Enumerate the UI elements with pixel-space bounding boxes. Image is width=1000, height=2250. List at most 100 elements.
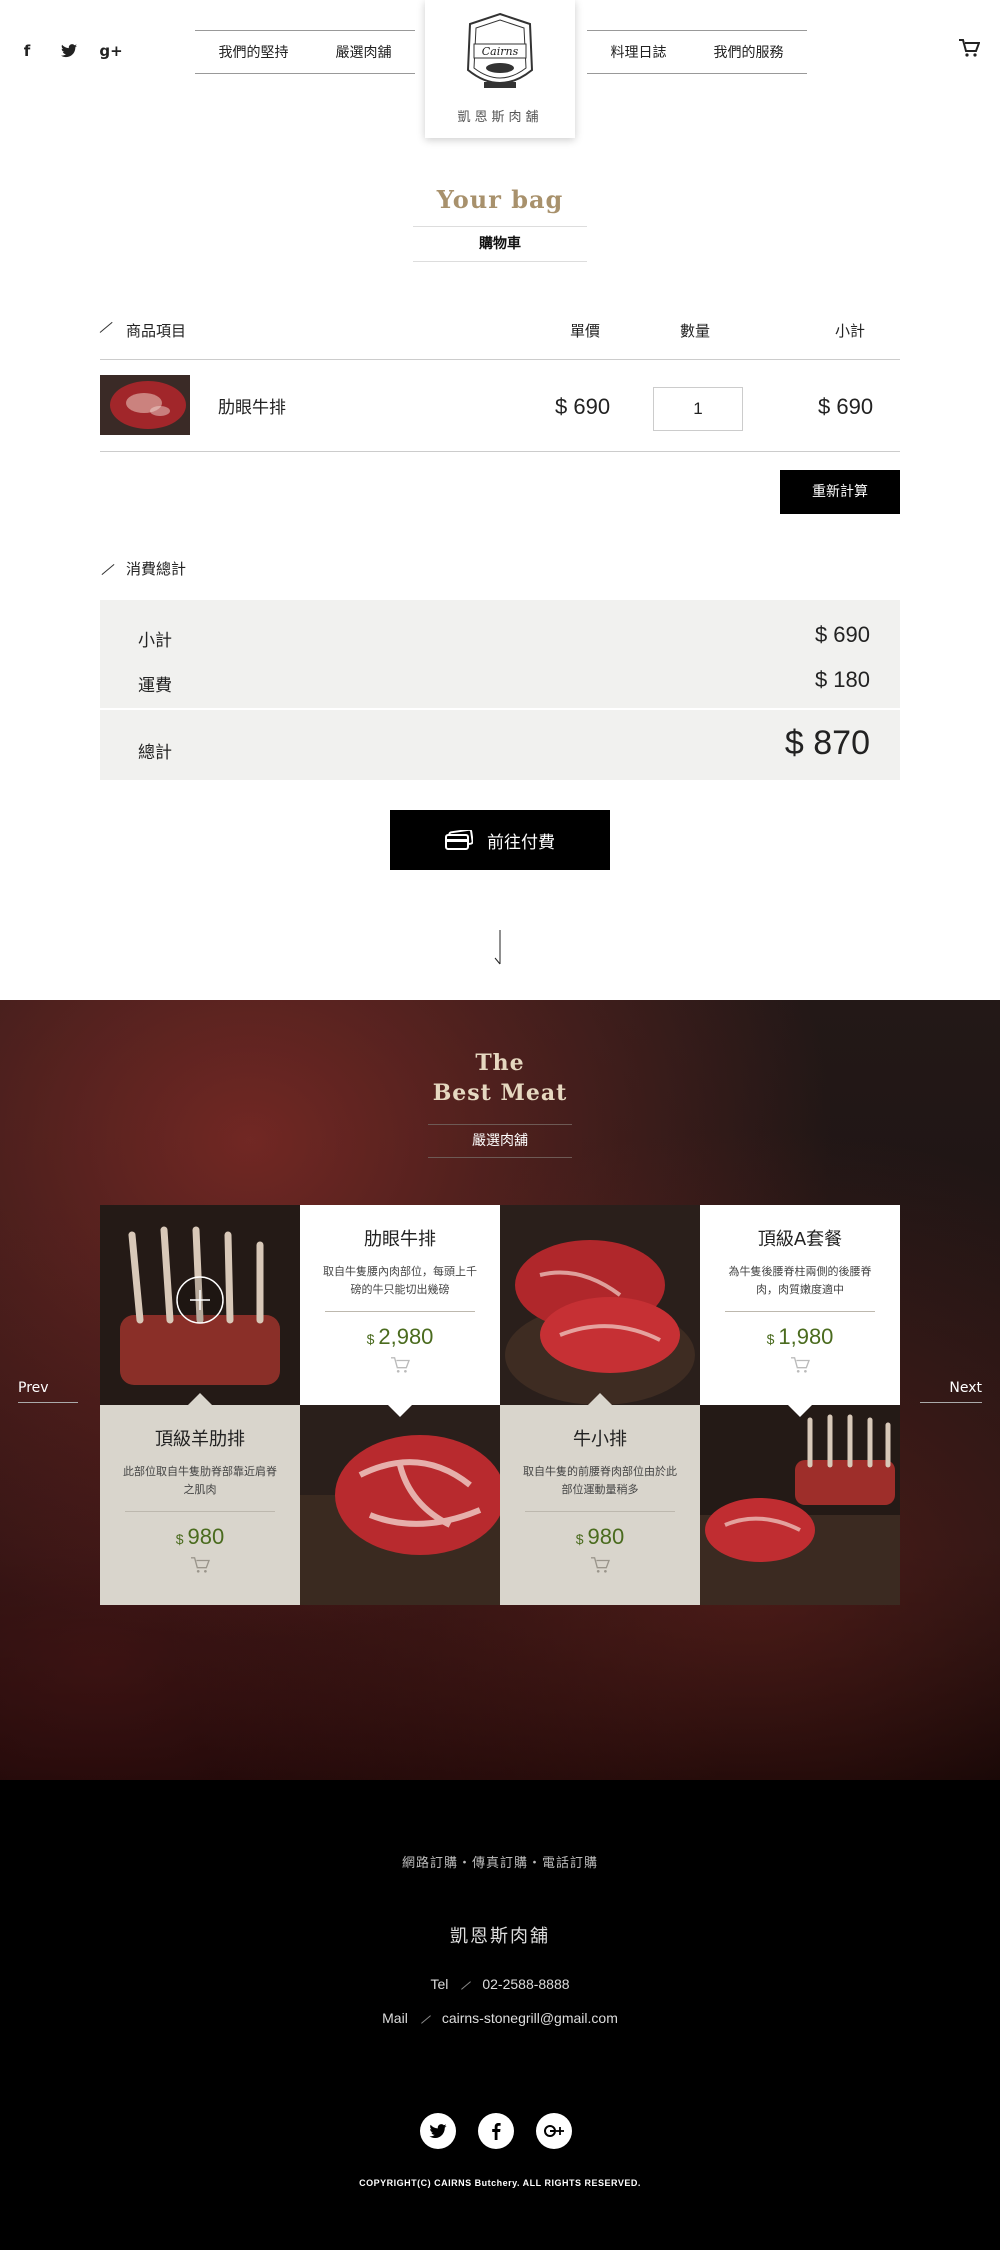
shipping-value: $ 180 [814,667,870,692]
column-subtotal: 小計 [835,322,866,340]
product-name: 頂級A套餐 [757,1229,843,1250]
product-name: 肋眼牛排 [364,1229,436,1250]
product-card-lamb-ribs[interactable]: 頂級羊肋排 此部位取自牛隻肋脊部靠近肩脊之肌肉 $980 [100,1405,300,1605]
tel-value[interactable]: 02-2588-8888 [482,1976,569,1992]
credit-card-icon [445,830,473,850]
product-unit-price: $ 690 [555,394,611,419]
shipping-label: 運費 [138,676,172,696]
total-value: $ 870 [784,724,870,762]
twitter-icon[interactable] [60,42,78,60]
divider [725,1311,875,1312]
slash-icon [99,321,113,333]
site-header: f g+ 我們的堅持 嚴選肉舖 Cairns 凱恩斯肉舖 料理日誌 我們的服務 [0,0,1000,140]
scroll-down-icon[interactable] [494,930,506,970]
add-to-cart-icon[interactable] [300,1356,500,1378]
header-social-links: f g+ [18,42,123,60]
price-value: 980 [587,1524,625,1549]
cart-table-header: 商品項目 單價 數量 小計 [99,318,900,360]
product-name: 牛小排 [573,1429,627,1450]
nav-left: 我們的堅持 嚴選肉舖 [195,30,415,74]
quantity-input[interactable]: 1 [653,387,743,431]
subtotal-label: 小計 [138,631,172,651]
product-name: 頂級羊肋排 [155,1429,245,1450]
tel-label: Tel [430,1976,449,1992]
currency-symbol: $ [366,1331,375,1347]
subtotal-value: $ 690 [814,622,870,647]
site-footer: 網路訂購・傳真訂購・電話訂購 凱恩斯肉舖 Tel 02-2588-8888 Mai… [0,1780,1000,2250]
twitter-icon[interactable] [420,2113,456,2149]
product-subtotal: $ 690 [818,394,874,419]
slash-icon [101,563,115,576]
price-value: 2,980 [378,1324,434,1349]
column-price: 單價 [570,322,601,340]
add-to-cart-icon[interactable] [100,1556,300,1578]
total-label: 總計 [138,743,172,763]
product-card-set-a[interactable]: 頂級A套餐 為牛隻後腰脊柱兩側的後腰脊肉，肉質嫩度適中 $1,980 [700,1205,900,1405]
add-to-cart-icon[interactable] [700,1356,900,1378]
prev-button[interactable]: Prev [18,1380,78,1403]
mail-label: Mail [382,2010,408,2026]
footer-mail: Mail cairns-stonegrill@gmail.com [0,2010,1000,2026]
slash-icon [420,2015,431,2024]
product-thumbnail[interactable] [100,375,190,435]
next-button[interactable]: Next [920,1380,982,1403]
product-desc: 取自牛隻的前腰脊肉部位由於此部位運動量稍多 [523,1465,677,1496]
product-price: $980 [500,1524,700,1550]
product-grid: 肋眼牛排 取自牛隻腰內肉部位，每頭上千磅的牛只能切出幾磅 $2,980 頂級A套… [100,1205,900,1605]
checkout-label: 前往付費 [487,832,555,853]
copyright: COPYRIGHT(C) CAIRNS Butchery. ALL RIGHTS… [359,2178,641,2188]
add-to-cart-icon[interactable] [500,1556,700,1578]
slash-icon [461,1981,472,1990]
product-photo-lamb[interactable] [100,1205,300,1405]
nav-right: 料理日誌 我們的服務 [587,30,807,74]
totals-divider [100,708,900,710]
svg-text:Cairns: Cairns [482,45,519,58]
divider [125,1511,275,1512]
site-logo[interactable]: Cairns 凱恩斯肉舖 [425,0,575,138]
google-plus-icon[interactable] [536,2113,572,2149]
totals-label-text: 消費總計 [126,560,187,578]
recalculate-button[interactable]: 重新計算 [780,470,900,514]
product-price: $2,980 [300,1324,500,1350]
price-value: 1,980 [778,1324,834,1349]
column-item: 商品項目 [126,322,187,340]
product-price: $1,980 [700,1324,900,1350]
mail-value[interactable]: cairns-stonegrill@gmail.com [442,2010,618,2026]
best-meat-subtitle: 嚴選肉舖 [428,1124,572,1158]
footer-shop-name: 凱恩斯肉舖 [450,1926,550,1947]
price-value: 980 [187,1524,225,1549]
google-plus-icon[interactable]: g+ [99,42,122,60]
product-price: $980 [100,1524,300,1550]
logo-emblem-icon: Cairns [466,12,534,88]
product-desc: 取自牛隻腰內肉部位，每頭上千磅的牛只能切出幾磅 [323,1265,477,1296]
column-qty: 數量 [680,322,711,340]
product-name[interactable]: 肋眼牛排 [218,393,286,418]
checkout-button[interactable]: 前往付費 [390,810,610,870]
product-desc: 為牛隻後腰脊柱兩側的後腰脊肉，肉質嫩度適中 [728,1265,872,1296]
nav-item-shop[interactable]: 嚴選肉舖 [336,42,392,62]
table-row: 肋眼牛排 $ 690 1 $ 690 [100,360,900,452]
nav-item-services[interactable]: 我們的服務 [714,42,784,62]
nav-item-commitment[interactable]: 我們的堅持 [219,42,289,62]
page-title: Your bag [436,185,564,214]
best-meat-title-line2: Best Meat [432,1080,568,1106]
divider [525,1511,675,1512]
nav-item-journal[interactable]: 料理日誌 [611,42,667,62]
product-photo-steaks[interactable] [500,1205,700,1405]
facebook-icon[interactable]: f [18,42,36,60]
cart-icon[interactable] [958,38,981,62]
order-types: 網路訂購・傳真訂購・電話訂購 [401,1856,598,1871]
currency-symbol: $ [175,1531,184,1547]
product-photo-set[interactable] [700,1405,900,1605]
footer-tel: Tel 02-2588-8888 [0,1976,1000,1992]
product-photo-ribeye[interactable] [300,1405,500,1605]
totals-box: 小計 $ 690 運費 $ 180 總計 $ 870 [100,600,900,780]
product-card-short-rib[interactable]: 牛小排 取自牛隻的前腰脊肉部位由於此部位運動量稍多 $980 [500,1405,700,1605]
product-card-ribeye[interactable]: 肋眼牛排 取自牛隻腰內肉部位，每頭上千磅的牛只能切出幾磅 $2,980 [300,1205,500,1405]
product-desc: 此部位取自牛隻肋脊部靠近肩脊之肌肉 [123,1465,277,1496]
currency-symbol: $ [575,1531,584,1547]
page-subtitle: 購物車 [413,226,587,262]
facebook-icon[interactable] [478,2113,514,2149]
logo-text: 凱恩斯肉舖 [457,110,543,125]
footer-social-links [420,2113,572,2149]
